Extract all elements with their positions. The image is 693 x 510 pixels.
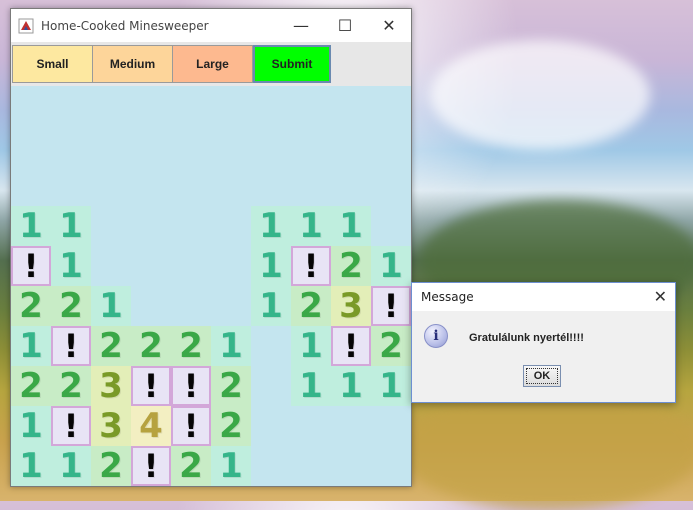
flag-cell[interactable]: ! (131, 366, 171, 406)
number-cell[interactable]: 2 (11, 286, 51, 326)
dialog-title: Message (421, 290, 474, 304)
number-cell[interactable]: 2 (171, 446, 211, 486)
message-dialog: Message ✕ i Gratulálunk nyertél!!!! OK (411, 282, 676, 403)
number-cell[interactable]: 3 (91, 406, 131, 446)
minimize-button[interactable]: — (279, 9, 323, 42)
background-field (400, 390, 693, 510)
number-cell[interactable]: 1 (51, 206, 91, 246)
flag-cell[interactable]: ! (51, 406, 91, 446)
flag-icon: ! (63, 407, 79, 445)
toolbar: Small Medium Large Submit (11, 42, 411, 86)
background-cloud (430, 40, 650, 150)
flag-icon: ! (143, 447, 159, 485)
number-cell[interactable]: 1 (331, 206, 371, 246)
small-button[interactable]: Small (12, 45, 93, 83)
number-cell[interactable]: 1 (251, 246, 291, 286)
number-cell[interactable]: 2 (211, 406, 251, 446)
flag-icon: ! (183, 367, 199, 405)
number-cell[interactable]: 4 (131, 406, 171, 446)
number-cell[interactable]: 1 (11, 206, 51, 246)
flag-icon: ! (183, 407, 199, 445)
number-cell[interactable]: 2 (91, 326, 131, 366)
flag-icon: ! (343, 327, 359, 365)
number-cell[interactable]: 1 (211, 446, 251, 486)
flag-icon: ! (23, 247, 39, 285)
number-cell[interactable]: 2 (171, 326, 211, 366)
number-cell[interactable]: 3 (331, 286, 371, 326)
dialog-title-bar[interactable]: Message ✕ (412, 283, 675, 311)
close-button[interactable]: ✕ (367, 9, 411, 42)
minesweeper-window: Home-Cooked Minesweeper — ☐ ✕ Small Medi… (10, 8, 412, 487)
number-cell[interactable]: 2 (211, 366, 251, 406)
flag-cell[interactable]: ! (331, 326, 371, 366)
title-bar[interactable]: Home-Cooked Minesweeper — ☐ ✕ (11, 9, 411, 42)
number-cell[interactable]: 1 (11, 446, 51, 486)
number-cell[interactable]: 1 (291, 206, 331, 246)
number-cell[interactable]: 1 (211, 326, 251, 366)
number-cell[interactable]: 1 (51, 246, 91, 286)
flag-icon: ! (143, 367, 159, 405)
flag-icon: ! (383, 287, 399, 325)
flag-cell[interactable]: ! (171, 406, 211, 446)
submit-button[interactable]: Submit (253, 45, 331, 83)
number-cell[interactable]: 1 (371, 366, 411, 406)
number-cell[interactable]: 1 (331, 366, 371, 406)
number-cell[interactable]: 1 (291, 366, 331, 406)
number-cell[interactable]: 2 (371, 326, 411, 366)
ok-button[interactable]: OK (523, 365, 561, 387)
number-cell[interactable]: 1 (291, 326, 331, 366)
flag-cell[interactable]: ! (171, 366, 211, 406)
flag-cell[interactable]: ! (11, 246, 51, 286)
number-cell[interactable]: 1 (91, 286, 131, 326)
flag-cell[interactable]: ! (371, 286, 411, 326)
flag-icon: ! (303, 247, 319, 285)
medium-button[interactable]: Medium (92, 45, 173, 83)
maximize-button[interactable]: ☐ (323, 9, 367, 42)
flag-cell[interactable]: ! (51, 326, 91, 366)
number-cell[interactable]: 2 (51, 286, 91, 326)
number-cell[interactable]: 2 (51, 366, 91, 406)
number-cell[interactable]: 2 (331, 246, 371, 286)
number-cell[interactable]: 1 (251, 286, 291, 326)
number-cell[interactable]: 1 (51, 446, 91, 486)
number-cell[interactable]: 1 (11, 326, 51, 366)
number-cell[interactable]: 3 (91, 366, 131, 406)
number-cell[interactable]: 1 (11, 406, 51, 446)
number-cell[interactable]: 2 (11, 366, 51, 406)
info-icon: i (424, 324, 448, 348)
app-icon (18, 18, 34, 33)
number-cell[interactable]: 1 (251, 206, 291, 246)
window-title: Home-Cooked Minesweeper (41, 18, 209, 33)
number-cell[interactable]: 1 (371, 246, 411, 286)
flag-cell[interactable]: ! (291, 246, 331, 286)
number-cell[interactable]: 2 (291, 286, 331, 326)
number-cell[interactable]: 2 (91, 446, 131, 486)
flag-cell[interactable]: ! (131, 446, 171, 486)
dialog-message: Gratulálunk nyertél!!!! (469, 332, 584, 344)
flag-icon: ! (63, 327, 79, 365)
game-board[interactable]: 1 1 1 1 1! 1 1! 2 1 2 2 1 1 2 3! 1! 2 2 2 1 1! 2 2 2 3!! 2 1 1 1 1! 3 4… (11, 86, 411, 486)
dialog-close-button[interactable]: ✕ (654, 287, 667, 306)
large-button[interactable]: Large (172, 45, 253, 83)
number-cell[interactable]: 2 (131, 326, 171, 366)
